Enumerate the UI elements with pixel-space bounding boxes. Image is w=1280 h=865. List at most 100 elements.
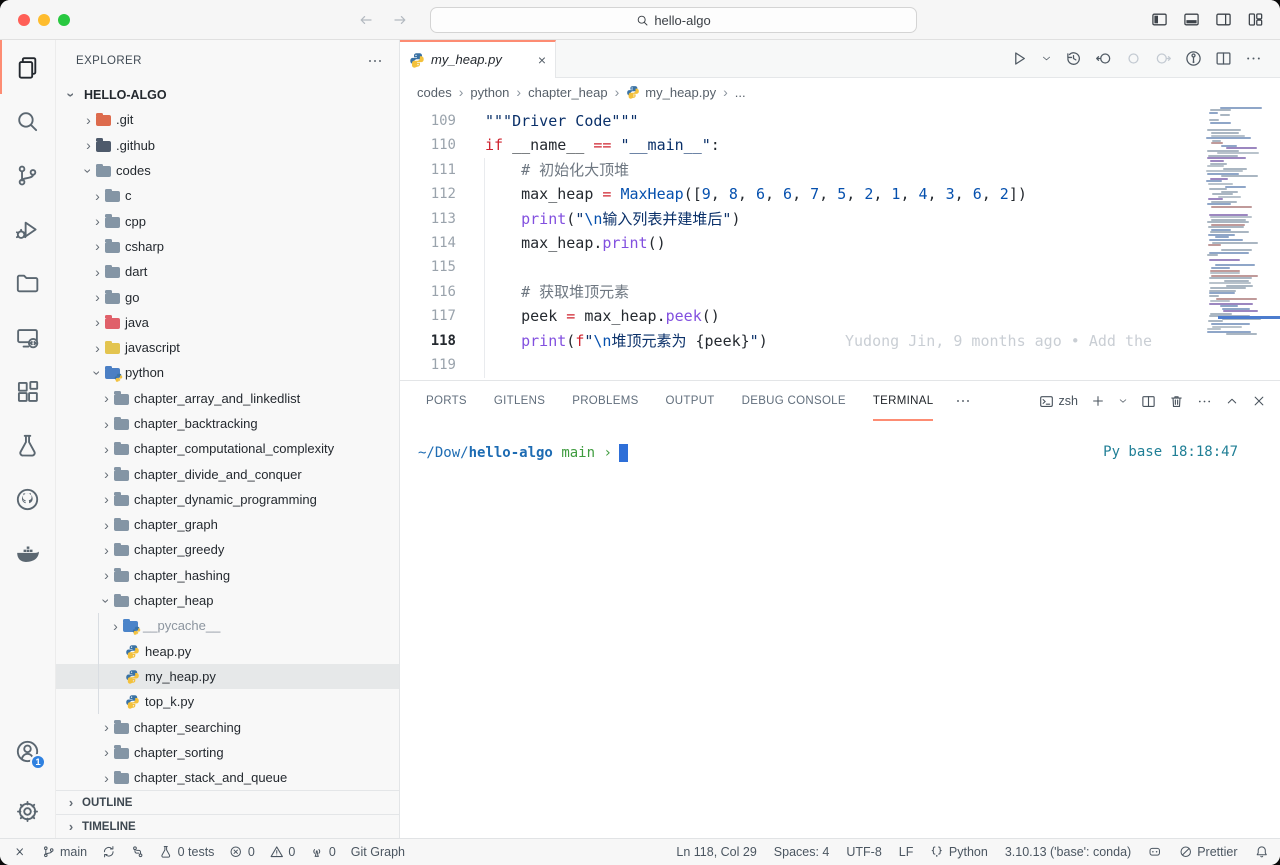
tree-item-chapter-hashing[interactable]: ›chapter_hashing [56,563,399,588]
activity-remote-explorer[interactable] [0,310,55,364]
status-encoding[interactable]: UTF-8 [846,845,881,859]
status-indentation[interactable]: Spaces: 4 [774,845,830,859]
tree-item-my-heap-py[interactable]: my_heap.py [56,664,399,689]
split-terminal-icon[interactable] [1141,394,1156,409]
tree-item-chapter-dynamic-programming[interactable]: ›chapter_dynamic_programming [56,487,399,512]
tree-item-codes[interactable]: ›codes [56,158,399,183]
status-sync[interactable] [102,845,116,859]
toggle-secondary-sidebar-icon[interactable] [1215,11,1232,28]
activity-project-manager[interactable] [0,256,55,310]
activity-accounts[interactable]: 1 [0,724,55,778]
close-panel-icon[interactable] [1252,394,1266,408]
status-copilot[interactable] [1148,845,1162,859]
breadcrumb-item-python[interactable]: python [470,85,509,100]
status-prettier[interactable]: Prettier [1179,845,1238,859]
timeline-history-icon[interactable] [1065,50,1082,67]
status-language-mode[interactable]: Python [930,845,987,859]
tree-item-c[interactable]: ›c [56,183,399,208]
tree-item--pycache-[interactable]: ›__pycache__ [56,613,399,638]
activity-extensions[interactable] [0,364,55,418]
explorer-more-actions[interactable] [367,53,383,69]
terminal[interactable]: ~/Dow/hello-algo main › Py base 18:18:47 [400,421,1280,838]
activity-run-debug[interactable] [0,202,55,256]
tree-item-chapter-sorting[interactable]: ›chapter_sorting [56,740,399,765]
tree-item-csharp[interactable]: ›csharp [56,234,399,259]
panel-tab-problems[interactable]: PROBLEMS [572,381,638,421]
status-gitlens[interactable] [131,845,145,859]
toggle-sidebar-icon[interactable] [1151,11,1168,28]
split-editor-icon[interactable] [1215,50,1232,67]
kill-terminal-icon[interactable] [1169,394,1184,409]
tree-item-chapter-heap[interactable]: ›chapter_heap [56,588,399,613]
activity-settings[interactable] [0,784,55,838]
activity-github[interactable] [0,472,55,526]
panel-tab-terminal[interactable]: TERMINAL [873,381,934,421]
tree-item-chapter-divide-and-conquer[interactable]: ›chapter_divide_and_conquer [56,461,399,486]
breadcrumb-item-chapter-heap[interactable]: chapter_heap [528,85,608,100]
panel-more-tabs-icon[interactable] [955,381,971,421]
sidebar-section-timeline[interactable]: ›TIMELINE [56,814,399,838]
status-remote-indicator[interactable] [13,845,27,859]
tree-item-chapter-graph[interactable]: ›chapter_graph [56,512,399,537]
tree-item-go[interactable]: ›go [56,284,399,309]
activity-explorer[interactable] [0,40,55,94]
command-center-search[interactable]: hello-algo [430,7,917,33]
minimap[interactable] [1204,106,1278,338]
toggle-panel-icon[interactable] [1183,11,1200,28]
status-eol[interactable]: LF [899,845,914,859]
tree-item-java[interactable]: ›java [56,310,399,335]
tree-item-chapter-stack-and-queue[interactable]: ›chapter_stack_and_queue [56,765,399,790]
status-python-interpreter[interactable]: 3.10.13 ('base': conda) [1005,845,1131,859]
status-errors[interactable]: 0 [229,845,254,859]
status-cursor-position[interactable]: Ln 118, Col 29 [676,845,756,859]
minimize-window-button[interactable] [38,14,50,26]
close-tab-icon[interactable]: × [538,52,546,68]
tree-item-dart[interactable]: ›dart [56,259,399,284]
activity-search[interactable] [0,94,55,148]
tree-item-hello-algo[interactable]: ›HELLO-ALGO [56,82,399,107]
breadcrumb-item-my-heap-py[interactable]: my_heap.py [626,85,716,100]
back-icon[interactable] [358,12,374,28]
next-change-icon[interactable] [1155,50,1172,67]
run-dropdown-icon[interactable] [1041,53,1052,64]
more-actions-icon[interactable] [1245,50,1262,67]
tab-my-heap-py[interactable]: my_heap.py × [400,40,556,77]
status-tests[interactable]: 0 tests [159,845,214,859]
previous-change-icon[interactable] [1095,50,1112,67]
tree-item-chapter-searching[interactable]: ›chapter_searching [56,714,399,739]
activity-source-control[interactable] [0,148,55,202]
breadcrumb-item--[interactable]: ... [735,85,746,100]
terminal-shell-zsh[interactable]: zsh [1039,394,1078,409]
activity-docker[interactable] [0,526,55,580]
tree-item--github[interactable]: ›.github [56,133,399,158]
panel-tab-output[interactable]: OUTPUT [666,381,715,421]
run-python-file-icon[interactable] [1011,50,1028,67]
change-indicator-icon[interactable] [1125,50,1142,67]
panel-more-actions-icon[interactable] [1197,394,1212,409]
status-notifications[interactable] [1255,845,1269,859]
tree-item-chapter-greedy[interactable]: ›chapter_greedy [56,537,399,562]
panel-tab-gitlens[interactable]: GITLENS [494,381,545,421]
panel-tab-debug-console[interactable]: DEBUG CONSOLE [742,381,846,421]
tree-item-python[interactable]: ›python [56,360,399,385]
maximize-panel-icon[interactable] [1225,394,1239,408]
close-window-button[interactable] [18,14,30,26]
terminal-dropdown-icon[interactable] [1118,396,1128,406]
sidebar-section-outline[interactable]: ›OUTLINE [56,790,399,814]
tree-item--git[interactable]: ›.git [56,107,399,132]
tree-item-javascript[interactable]: ›javascript [56,335,399,360]
customize-layout-icon[interactable] [1247,11,1264,28]
panel-tab-ports[interactable]: PORTS [426,381,467,421]
tree-item-chapter-backtracking[interactable]: ›chapter_backtracking [56,411,399,436]
tree-item-cpp[interactable]: ›cpp [56,208,399,233]
tree-item-heap-py[interactable]: heap.py [56,639,399,664]
new-terminal-icon[interactable] [1091,394,1105,408]
zoom-window-button[interactable] [58,14,70,26]
tree-item-top-k-py[interactable]: top_k.py [56,689,399,714]
gitlens-graph-icon[interactable] [1185,50,1202,67]
status-warnings[interactable]: 0 [270,845,295,859]
status-branch[interactable]: main [42,845,88,859]
code-editor[interactable]: 109"""Driver Code"""110if __name__ == "_… [400,106,1280,380]
forward-icon[interactable] [392,12,408,28]
status-ports[interactable]: 0 [310,845,335,859]
